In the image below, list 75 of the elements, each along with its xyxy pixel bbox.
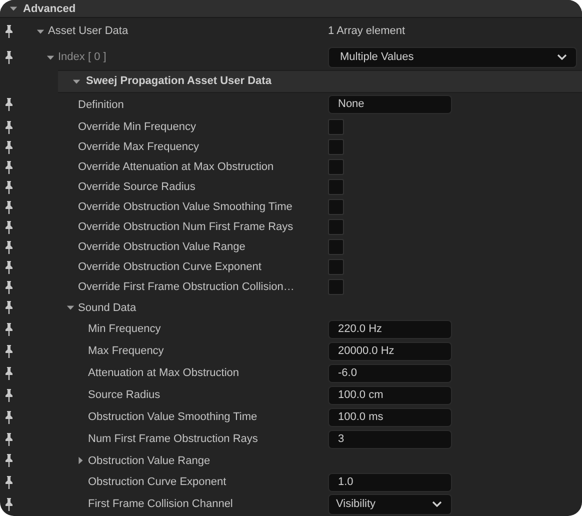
collapse-arrow-icon[interactable] (9, 4, 18, 13)
section-header[interactable]: Advanced (0, 0, 582, 18)
input-field[interactable]: 100.0 cm (328, 386, 452, 404)
property-label: Override Min Frequency (78, 121, 196, 133)
checkbox[interactable] (328, 279, 344, 295)
pin-icon[interactable] (5, 200, 13, 214)
pin-icon[interactable] (5, 322, 13, 336)
property-label: Override Obstruction Num First Frame Rays (78, 221, 294, 233)
pin-icon[interactable] (5, 180, 13, 194)
property-label: Obstruction Value Range (88, 454, 210, 466)
dropdown[interactable]: Visibility (328, 494, 452, 514)
property-label: Num First Frame Obstruction Rays (88, 433, 258, 445)
pin-icon[interactable] (5, 410, 13, 424)
pin-icon[interactable] (5, 366, 13, 380)
expand-arrow-icon[interactable] (76, 456, 85, 465)
pin-icon[interactable] (5, 432, 13, 446)
property-label: Override Obstruction Curve Exponent (78, 261, 262, 273)
property-label: Min Frequency (88, 323, 161, 335)
property-label: Source Radius (88, 389, 160, 401)
property-label: Index [ 0 ] (58, 51, 106, 63)
pin-icon[interactable] (5, 160, 13, 174)
checkbox[interactable] (328, 199, 344, 215)
property-label: Override Obstruction Value Smoothing Time (78, 201, 292, 213)
collapse-arrow-icon[interactable] (36, 26, 45, 36)
input-field[interactable]: 220.0 Hz (328, 320, 452, 338)
pin-icon[interactable] (5, 301, 13, 314)
pin-icon[interactable] (5, 280, 13, 294)
property-label: Obstruction Value Smoothing Time (88, 411, 258, 423)
collapse-arrow-icon[interactable] (46, 52, 55, 62)
checkbox[interactable] (328, 139, 344, 155)
input-field[interactable]: 3 (328, 430, 452, 448)
checkbox[interactable] (328, 219, 344, 235)
property-label: Override First Frame Obstruction Collision… (78, 281, 294, 293)
property-label: Definition (78, 98, 124, 110)
property-label: Override Obstruction Value Range (78, 241, 246, 253)
input-field[interactable]: 1.0 (328, 472, 452, 492)
pin-icon[interactable] (5, 498, 13, 510)
checkbox[interactable] (328, 179, 344, 195)
pin-icon[interactable] (5, 454, 13, 467)
chevron-down-icon (432, 501, 442, 507)
input-field[interactable]: 20000.0 Hz (328, 342, 452, 360)
input-field[interactable]: 100.0 ms (328, 408, 452, 426)
property-label: Attenuation at Max Obstruction (88, 367, 240, 379)
pin-icon[interactable] (5, 220, 13, 234)
pin-icon[interactable] (5, 98, 13, 111)
pin-icon[interactable] (5, 120, 13, 134)
property-label: Asset User Data (48, 25, 128, 37)
property-label: Override Attenuation at Max Obstruction (78, 161, 274, 173)
section-title: Advanced (23, 2, 76, 14)
property-label: Override Source Radius (78, 181, 196, 193)
input-field[interactable]: -6.0 (328, 364, 452, 382)
input-field[interactable]: None (328, 95, 452, 114)
property-label: First Frame Collision Channel (88, 498, 233, 510)
pin-icon[interactable] (5, 140, 13, 154)
checkbox[interactable] (328, 239, 344, 255)
collapse-arrow-icon[interactable] (72, 76, 81, 86)
dropdown[interactable]: Multiple Values (328, 46, 577, 68)
property-label: Override Max Frequency (78, 141, 200, 153)
pin-icon[interactable] (5, 344, 13, 358)
category-header[interactable]: Sweej Propagation Asset User Data (58, 70, 582, 92)
pin-icon[interactable] (5, 260, 13, 274)
collapse-arrow-icon[interactable] (66, 303, 75, 312)
checkbox[interactable] (328, 119, 344, 135)
property-label: Max Frequency (88, 345, 164, 357)
checkbox[interactable] (328, 159, 344, 175)
pin-icon[interactable] (5, 50, 13, 64)
checkbox[interactable] (328, 259, 344, 275)
property-label: Obstruction Curve Exponent (88, 476, 226, 488)
value-text: 1 Array element (328, 25, 406, 37)
pin-icon[interactable] (5, 24, 13, 38)
chevron-down-icon (557, 54, 567, 60)
pin-icon[interactable] (5, 388, 13, 402)
pin-icon[interactable] (5, 476, 13, 488)
property-label: Sound Data (78, 302, 136, 314)
pin-icon[interactable] (5, 240, 13, 254)
